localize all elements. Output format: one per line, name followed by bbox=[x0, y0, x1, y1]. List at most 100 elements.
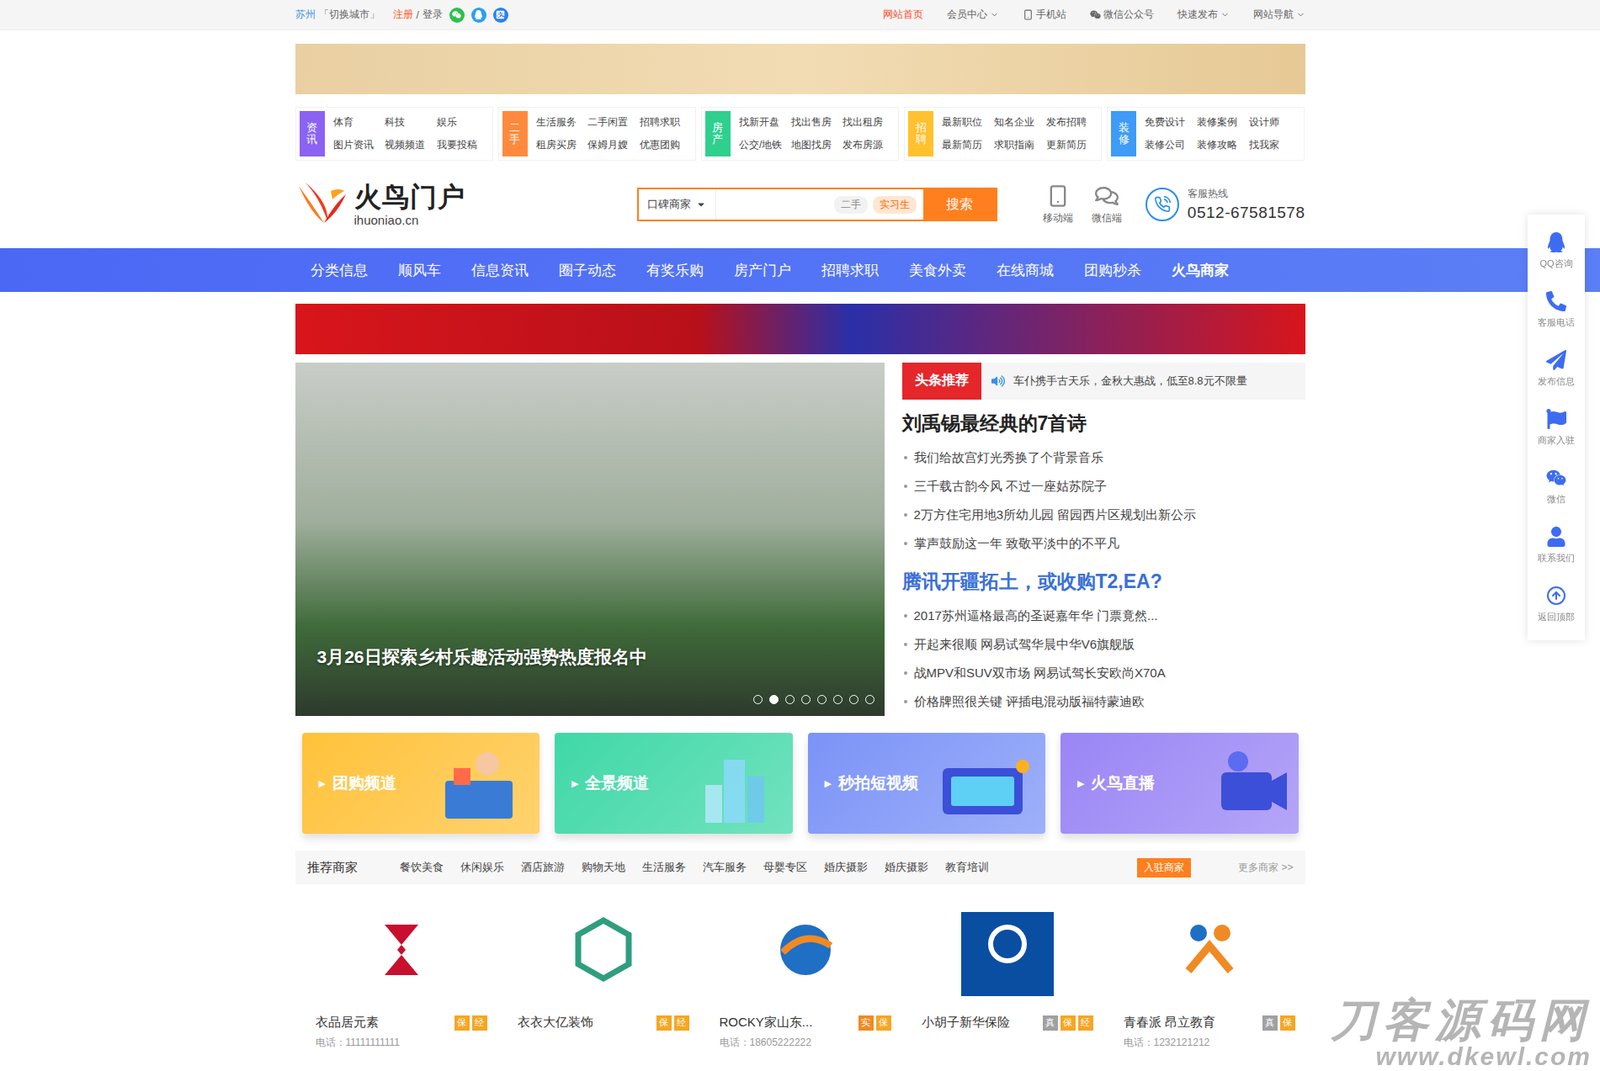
headline-item[interactable]: 三千载古韵今风 不过一座姑苏院子 bbox=[902, 472, 1306, 501]
slider-dot[interactable] bbox=[753, 695, 763, 705]
app-link[interactable]: 微信端 bbox=[1091, 184, 1122, 226]
category-link[interactable]: 最新简历 bbox=[941, 138, 995, 153]
merchant-category[interactable]: 生活服务 bbox=[642, 860, 686, 876]
image-slider[interactable]: 3月26日探索乡村乐趣活动强势热度报名中 bbox=[295, 362, 885, 717]
merchant-category[interactable]: 婚庆摄影 bbox=[823, 860, 868, 876]
slider-dot[interactable] bbox=[817, 695, 827, 705]
category-link[interactable]: 公交/地铁 bbox=[738, 138, 792, 153]
alipay-login[interactable] bbox=[493, 7, 509, 23]
slider-dot[interactable] bbox=[865, 695, 875, 705]
merchant-card[interactable]: 小胡子新华保险真保经 bbox=[901, 893, 1104, 1051]
category-link[interactable]: 二手闲置 bbox=[587, 115, 640, 130]
merchant-category[interactable]: 餐饮美食 bbox=[399, 860, 444, 876]
category-link[interactable]: 找新开盘 bbox=[738, 115, 792, 130]
nav-item[interactable]: 美食外卖 bbox=[893, 260, 982, 281]
channel-card[interactable]: ▶团购频道 bbox=[302, 733, 541, 835]
category-link[interactable]: 免费设计 bbox=[1144, 115, 1197, 130]
hot-tag[interactable]: 二手 bbox=[834, 196, 868, 214]
sidebar-item[interactable]: QQ咨询 bbox=[1527, 221, 1585, 281]
nav-item[interactable]: 在线商城 bbox=[981, 260, 1069, 281]
search-button[interactable]: 搜索 bbox=[923, 189, 996, 220]
category-link[interactable]: 设计师 bbox=[1249, 115, 1302, 130]
notice-text[interactable]: 车仆携手古天乐，金秋大惠战，低至8.8元不限量 bbox=[991, 373, 1248, 389]
category-link[interactable]: 找出售房 bbox=[791, 115, 844, 130]
category-link[interactable]: 地图找房 bbox=[791, 138, 844, 153]
headline-title[interactable]: 腾讯开疆拓土，或收购T2,EA? bbox=[902, 568, 1306, 596]
category-link[interactable]: 图片资讯 bbox=[333, 138, 386, 153]
category-link[interactable]: 装修案例 bbox=[1196, 115, 1250, 130]
slider-dot[interactable] bbox=[801, 695, 811, 705]
category-link[interactable]: 生活服务 bbox=[536, 115, 589, 130]
sidebar-item[interactable]: 客服电话 bbox=[1527, 280, 1585, 340]
slider-dot[interactable] bbox=[769, 695, 779, 705]
nav-item[interactable]: 顺风车 bbox=[382, 260, 457, 281]
promo-banner[interactable] bbox=[295, 303, 1306, 355]
merchant-category[interactable]: 教育培训 bbox=[945, 860, 989, 876]
slider-dot[interactable] bbox=[833, 695, 843, 705]
category-link[interactable]: 最新职位 bbox=[941, 115, 995, 130]
nav-item[interactable]: 分类信息 bbox=[295, 260, 383, 281]
category-link[interactable]: 发布招聘 bbox=[1046, 115, 1099, 130]
merchant-category[interactable]: 休闲娱乐 bbox=[460, 860, 505, 876]
slider-dot[interactable] bbox=[785, 695, 795, 705]
category-link[interactable]: 租房买房 bbox=[536, 138, 589, 153]
merchant-category[interactable]: 母婴专区 bbox=[763, 860, 808, 876]
headline-title[interactable]: 刘禹锡最经典的7首诗 bbox=[902, 409, 1306, 437]
join-button[interactable]: 入驻商家 bbox=[1137, 858, 1191, 878]
app-link[interactable]: 移动端 bbox=[1042, 184, 1074, 226]
headline-item[interactable]: 开起来很顺 网易试驾华晨中华V6旗舰版 bbox=[902, 630, 1306, 660]
merchant-category[interactable]: 汽车服务 bbox=[702, 860, 747, 876]
sidebar-item[interactable]: 联系我们 bbox=[1527, 515, 1585, 575]
category-link[interactable]: 求职指南 bbox=[994, 138, 1047, 153]
nav-item[interactable]: 信息资讯 bbox=[456, 260, 544, 281]
switch-city[interactable]: 「切换城市」 bbox=[318, 7, 380, 22]
site-link[interactable]: 快速发布 bbox=[1177, 7, 1230, 22]
category-link[interactable]: 找我家 bbox=[1249, 138, 1302, 153]
site-link[interactable]: 网站导航 bbox=[1253, 7, 1306, 22]
sidebar-item[interactable]: 返回顶部 bbox=[1527, 574, 1585, 634]
category-link[interactable]: 招聘求职 bbox=[639, 115, 692, 130]
category-link[interactable]: 保姆月嫂 bbox=[587, 138, 640, 153]
category-link[interactable]: 更新简历 bbox=[1046, 138, 1099, 153]
more-link[interactable]: 更多商家 >> bbox=[1238, 861, 1293, 876]
category-link[interactable]: 优惠团购 bbox=[639, 138, 692, 153]
channel-card[interactable]: ▶全景频道 bbox=[554, 733, 793, 835]
merchant-card[interactable]: 青春派 昂立教育真保电话：1232121212 bbox=[1103, 893, 1306, 1051]
headline-item[interactable]: 价格牌照很关键 评插电混动版福特蒙迪欧 bbox=[902, 687, 1306, 717]
category-link[interactable]: 娱乐 bbox=[436, 115, 490, 130]
category-link[interactable]: 知名企业 bbox=[994, 115, 1047, 130]
merchant-card[interactable]: ROCKY家山东...实保电话：18605222222 bbox=[699, 893, 902, 1051]
headline-item[interactable]: 掌声鼓励这一年 致敬平淡中的不平凡 bbox=[902, 529, 1306, 559]
category-link[interactable]: 装修公司 bbox=[1144, 138, 1197, 153]
merchant-category[interactable]: 酒店旅游 bbox=[520, 860, 565, 876]
merchant-category[interactable]: 婚庆摄影 bbox=[884, 860, 929, 876]
category-link[interactable]: 视频频道 bbox=[384, 138, 437, 153]
register-link[interactable]: 注册 bbox=[393, 7, 414, 22]
merchant-card[interactable]: 衣衣大亿装饰保经 bbox=[497, 893, 700, 1051]
channel-card[interactable]: ▶火鸟直播 bbox=[1060, 733, 1299, 835]
nav-item[interactable]: 有奖乐购 bbox=[631, 260, 719, 281]
login-link[interactable]: 登录 bbox=[422, 7, 443, 22]
sidebar-item[interactable]: 商家入驻 bbox=[1527, 398, 1585, 458]
headline-item[interactable]: 战MPV和SUV双市场 网易试驾长安欧尚X70A bbox=[902, 659, 1306, 688]
site-link[interactable]: 手机站 bbox=[1022, 7, 1067, 22]
merchant-card[interactable]: 衣品居元素保经电话：11111111111 bbox=[295, 893, 498, 1051]
wechat-login[interactable] bbox=[449, 7, 465, 23]
category-link[interactable]: 找出租房 bbox=[842, 115, 895, 130]
site-link[interactable]: 网站首页 bbox=[882, 7, 924, 22]
search-input[interactable] bbox=[716, 189, 830, 220]
headline-item[interactable]: 2万方住宅用地3所幼儿园 留园西片区规划出新公示 bbox=[902, 500, 1306, 530]
nav-item[interactable]: 招聘求职 bbox=[806, 260, 894, 281]
category-link[interactable]: 体育 bbox=[333, 115, 386, 130]
category-link[interactable]: 我要投稿 bbox=[436, 138, 490, 153]
sidebar-item[interactable]: 发布信息 bbox=[1527, 339, 1585, 399]
logo[interactable]: 火鸟门户ihuoniao.cn bbox=[295, 179, 638, 230]
slider-dot[interactable] bbox=[849, 695, 859, 705]
search-category[interactable]: 口碑商家 bbox=[638, 189, 717, 220]
headline-item[interactable]: 我们给故宫灯光秀换了个背景音乐 bbox=[902, 443, 1306, 473]
ad-banner[interactable] bbox=[295, 43, 1306, 95]
sidebar-item[interactable]: 微信 bbox=[1527, 457, 1585, 516]
hot-tag[interactable]: 实习生 bbox=[872, 196, 917, 214]
category-link[interactable]: 科技 bbox=[384, 115, 437, 130]
nav-item[interactable]: 房产门户 bbox=[718, 260, 807, 281]
